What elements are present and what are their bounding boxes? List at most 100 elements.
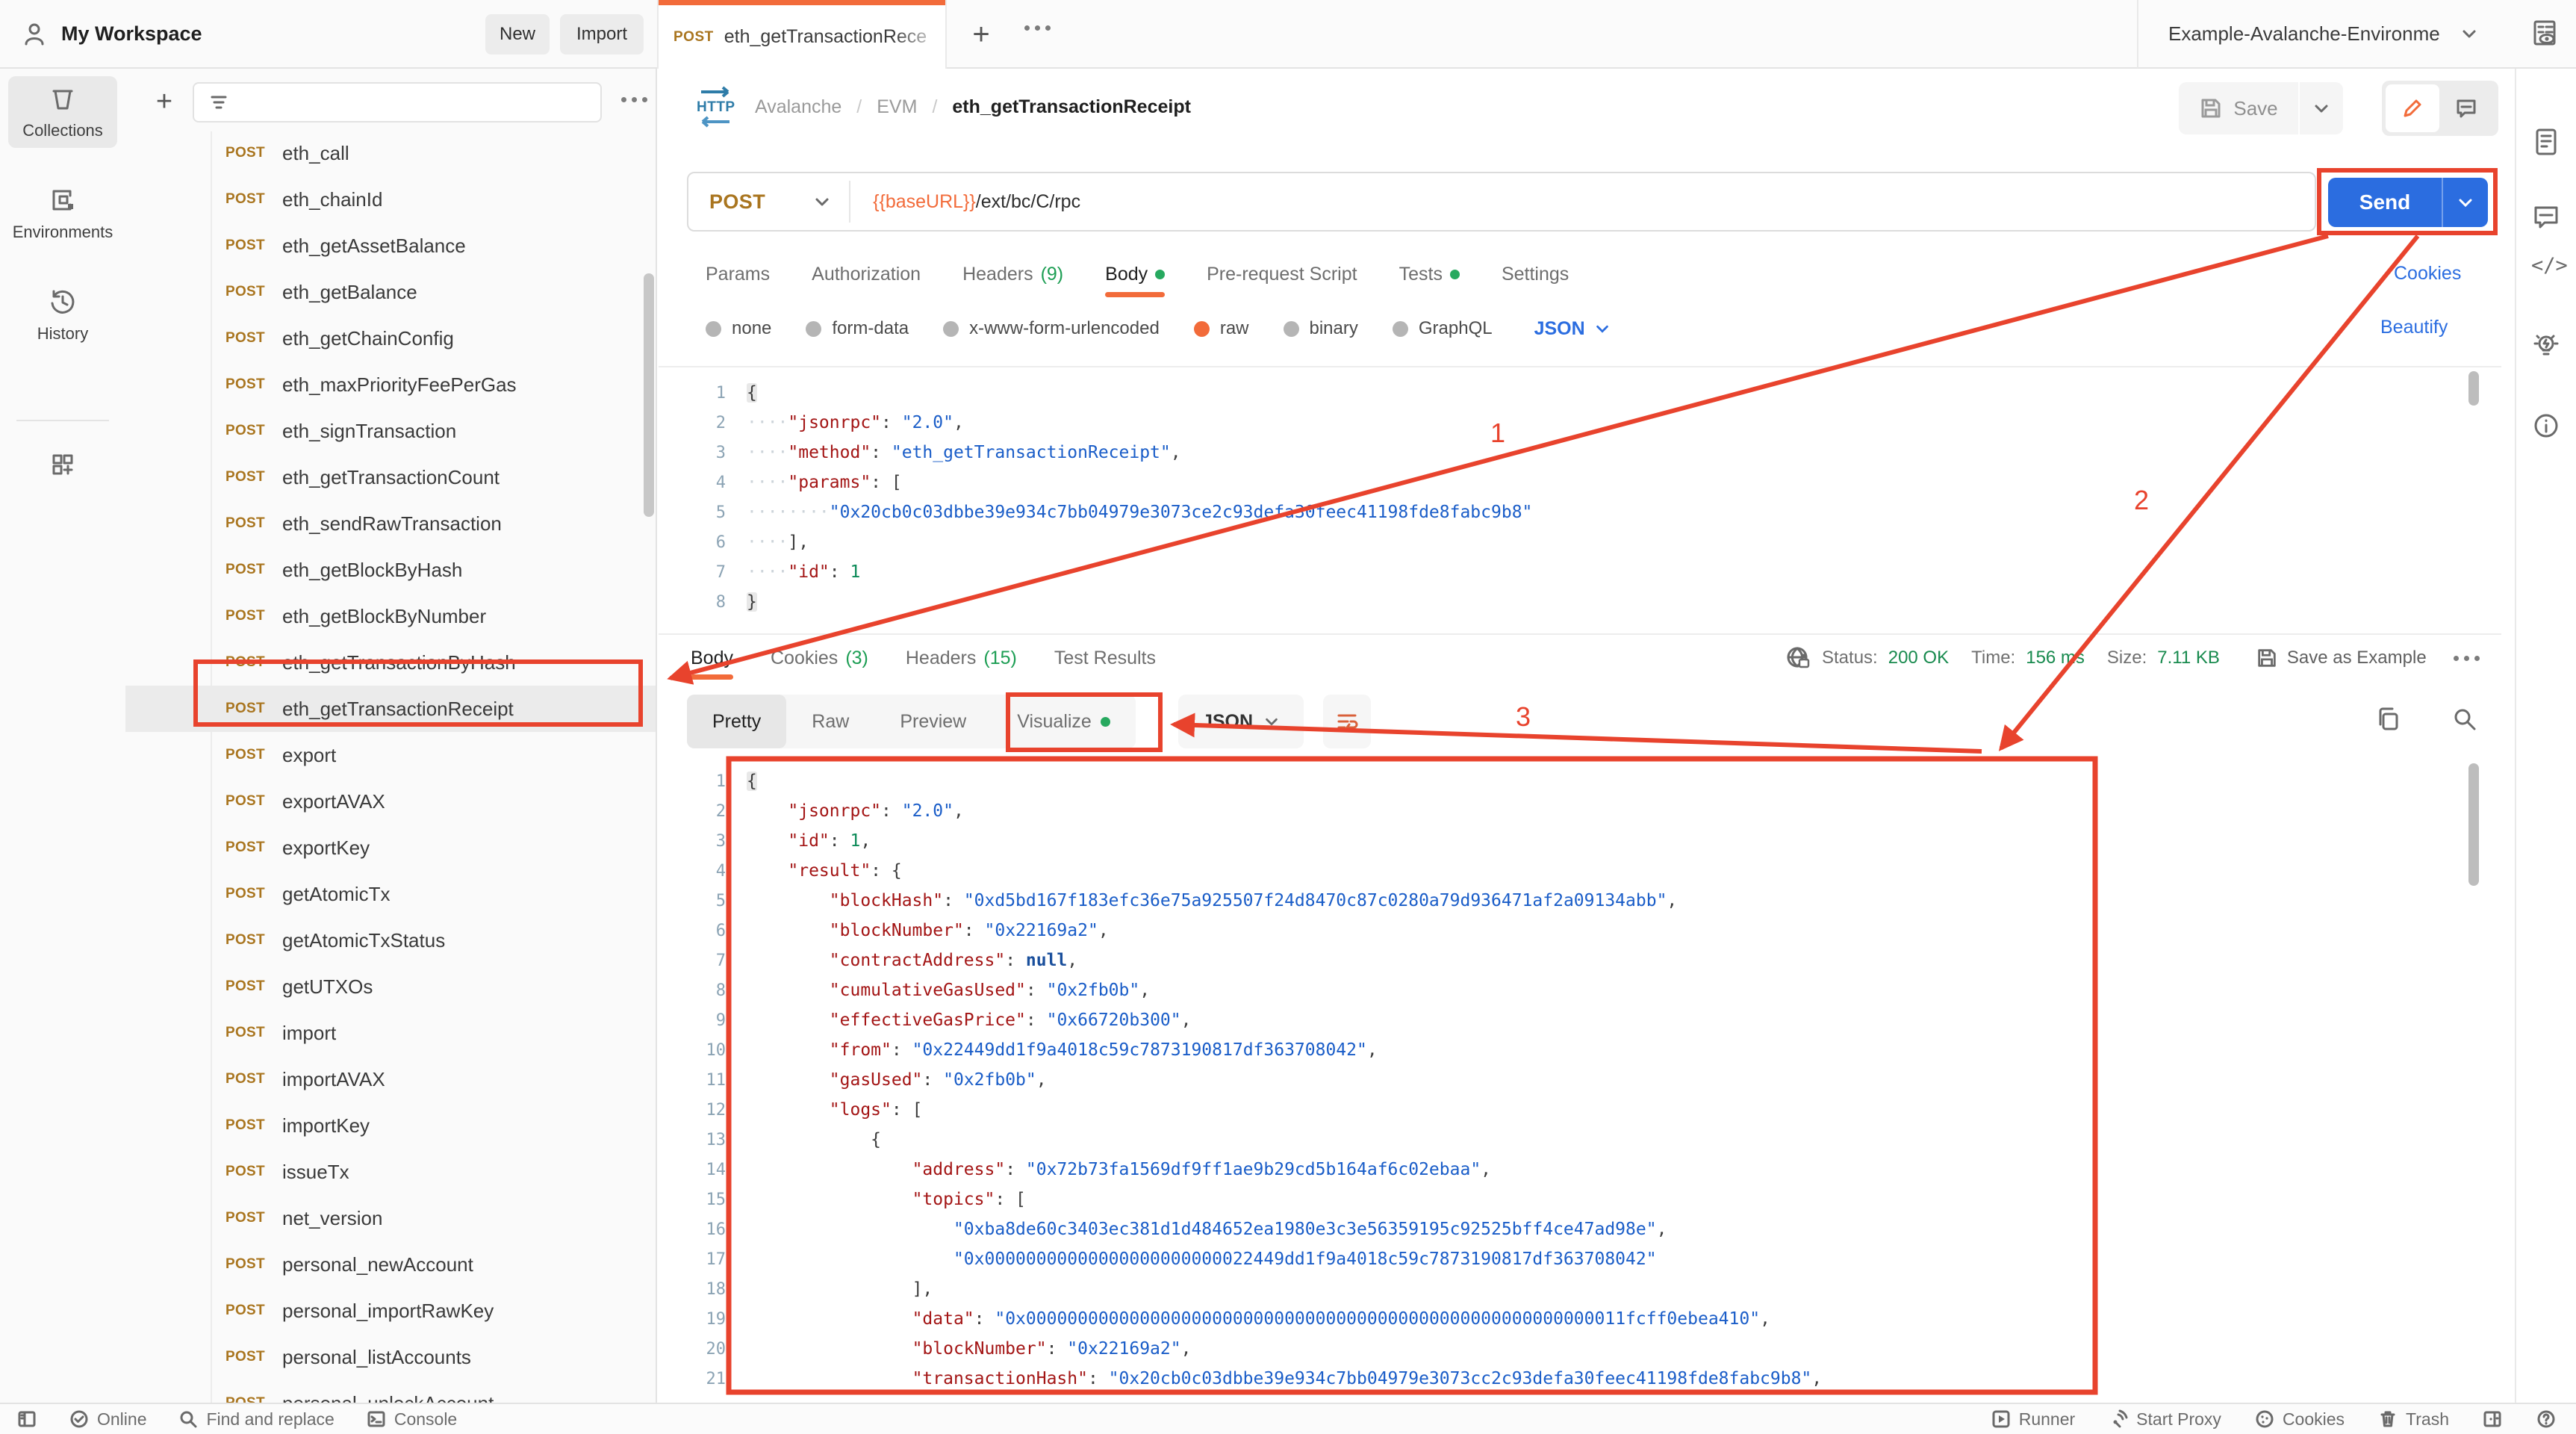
save-button[interactable]: Save [2179,82,2298,134]
comments-icon[interactable] [2531,202,2561,232]
sidebar-item-more-tools[interactable] [8,442,117,487]
sidebar-request-importavax[interactable]: POST importAVAX [125,1056,656,1102]
workspace-title[interactable]: My Workspace [61,22,202,46]
sidebar-request-personal-unlockaccount[interactable]: POST personal_unlockAccount [125,1380,656,1403]
sidebar-item-environments[interactable]: Environments [8,178,117,249]
body-type-raw[interactable]: raw [1193,318,1249,339]
time-value[interactable]: 156 ms [2026,648,2085,668]
request-tab-tests[interactable]: Tests [1399,251,1460,297]
copy-icon[interactable] [2374,705,2403,733]
request-tab-settings[interactable]: Settings [1502,251,1569,297]
runner-button[interactable]: Runner [1991,1409,2075,1430]
sidebar-request-exportavax[interactable]: POST exportAVAX [125,778,656,825]
collection-options-icon[interactable] [621,97,647,102]
body-type-graphql[interactable]: GraphQL [1392,318,1493,339]
response-body-viewer[interactable]: 1{2 "jsonrpc": "2.0", 3 "id": 1, 4 "result… [659,757,2501,1403]
find-and-replace[interactable]: Find and replace [178,1409,335,1430]
body-type-form-data[interactable]: form-data [806,318,909,339]
sidebar-request-personal-listaccounts[interactable]: POST personal_listAccounts [125,1334,656,1380]
cookies-button[interactable]: Cookies [2254,1409,2345,1430]
edit-mode-button[interactable] [2386,84,2439,132]
sidebar-item-history[interactable]: History [8,279,117,351]
response-tab-test-results[interactable]: Test Results [1054,636,1156,680]
toggle-sidebar-icon[interactable] [16,1409,37,1430]
size-value[interactable]: 7.11 KB [2157,648,2220,668]
sidebar-request-importkey[interactable]: POST importKey [125,1102,656,1149]
sidebar-scrollbar[interactable] [644,273,654,517]
body-type-x-www-form-urlencoded[interactable]: x-www-form-urlencoded [943,318,1160,339]
sidebar-request-eth-sendrawtransaction[interactable]: POST eth_sendRawTransaction [125,500,656,547]
chevron-down-icon[interactable] [813,193,831,211]
sidebar-request-eth-chainid[interactable]: POST eth_chainId [125,176,656,223]
documentation-icon[interactable] [2531,127,2561,157]
response-options-icon[interactable] [2453,655,2480,661]
request-editor-scrollbar[interactable] [2468,371,2479,406]
beautify-link[interactable]: Beautify [2380,317,2448,338]
code-snippet-icon[interactable]: </> [2531,254,2568,277]
panel-toggle-icon[interactable] [2482,1409,2503,1430]
sidebar-request-net-version[interactable]: POST net_version [125,1195,656,1241]
response-scrollbar[interactable] [2468,763,2479,886]
send-button[interactable]: Send [2328,178,2488,227]
save-as-example-button[interactable]: Save as Example [2256,647,2427,669]
sidebar-request-eth-gettransactionbyhash[interactable]: POST eth_getTransactionByHash [125,639,656,686]
filter-input[interactable] [193,82,602,122]
breadcrumb-collection[interactable]: Avalanche [755,96,841,118]
sidebar-request-eth-maxpriorityfeepergas[interactable]: POST eth_maxPriorityFeePerGas [125,361,656,408]
environment-selector[interactable]: Example-Avalanche-Environme [2137,0,2515,69]
response-view-raw[interactable]: Raw [786,695,874,748]
console-button[interactable]: Console [366,1409,457,1430]
sidebar-request-import[interactable]: POST import [125,1010,656,1056]
send-options-button[interactable] [2442,178,2488,227]
body-type-none[interactable]: none [706,318,771,339]
sidebar-request-issuetx[interactable]: POST issueTx [125,1149,656,1195]
lightbulb-icon[interactable] [2531,332,2561,361]
sidebar-request-eth-gettransactionreceipt[interactable]: POST eth_getTransactionReceipt [125,686,656,732]
request-tab-pre-request-script[interactable]: Pre-request Script [1207,251,1357,297]
sidebar-request-export[interactable]: POST export [125,732,656,778]
method-select[interactable]: POST [709,190,765,214]
sidebar-request-exportkey[interactable]: POST exportKey [125,825,656,871]
help-icon[interactable] [2536,1409,2557,1430]
body-type-binary[interactable]: binary [1283,318,1358,339]
trash-button[interactable]: Trash [2377,1409,2449,1430]
sidebar-request-eth-getbalance[interactable]: POST eth_getBalance [125,269,656,315]
add-request-button[interactable]: + [148,85,181,118]
response-tab-headers[interactable]: Headers (15) [906,636,1017,680]
start-proxy-button[interactable]: Start Proxy [2108,1409,2221,1430]
response-view-preview[interactable]: Preview [874,695,992,748]
search-icon[interactable] [2451,705,2479,733]
new-tab-button[interactable]: + [963,16,999,52]
request-tab-authorization[interactable]: Authorization [812,251,921,297]
sidebar-request-getutxos[interactable]: POST getUTXOs [125,963,656,1010]
response-language-select[interactable]: JSON [1178,695,1304,748]
request-tab[interactable]: POST eth_getTransactionRece [657,0,947,69]
sidebar-request-eth-gettransactioncount[interactable]: POST eth_getTransactionCount [125,454,656,500]
import-button[interactable]: Import [560,14,644,55]
sidebar-item-collections[interactable]: Collections [8,76,117,148]
sidebar-request-getatomictxstatus[interactable]: POST getAtomicTxStatus [125,917,656,963]
breadcrumb-folder[interactable]: EVM [877,96,917,118]
response-tab-body[interactable]: Body [691,636,733,680]
wrap-lines-button[interactable] [1323,695,1371,748]
environment-quick-look-icon[interactable] [2515,0,2576,69]
sidebar-request-eth-getassetbalance[interactable]: POST eth_getAssetBalance [125,223,656,269]
request-tab-params[interactable]: Params [706,251,770,297]
sidebar-request-getatomictx[interactable]: POST getAtomicTx [125,871,656,917]
request-tab-body[interactable]: Body [1105,251,1166,297]
sidebar-request-eth-getblockbyhash[interactable]: POST eth_getBlockByHash [125,547,656,593]
comments-button[interactable] [2439,84,2493,132]
online-status[interactable]: Online [69,1409,146,1430]
info-icon[interactable] [2531,411,2561,441]
response-tab-cookies[interactable]: Cookies (3) [771,636,868,680]
sidebar-request-eth-getblockbynumber[interactable]: POST eth_getBlockByNumber [125,593,656,639]
new-button[interactable]: New [485,14,550,55]
sidebar-request-eth-getchainconfig[interactable]: POST eth_getChainConfig [125,315,656,361]
url-input[interactable]: {{baseURL}}/ext/bc/C/rpc [873,191,1080,213]
save-options-button[interactable] [2300,82,2343,134]
request-tab-headers[interactable]: Headers (9) [962,251,1063,297]
tab-options-icon[interactable] [1024,25,1051,31]
cookies-link[interactable]: Cookies [2394,263,2461,285]
sidebar-request-personal-newaccount[interactable]: POST personal_newAccount [125,1241,656,1288]
sidebar-request-personal-importrawkey[interactable]: POST personal_importRawKey [125,1288,656,1334]
